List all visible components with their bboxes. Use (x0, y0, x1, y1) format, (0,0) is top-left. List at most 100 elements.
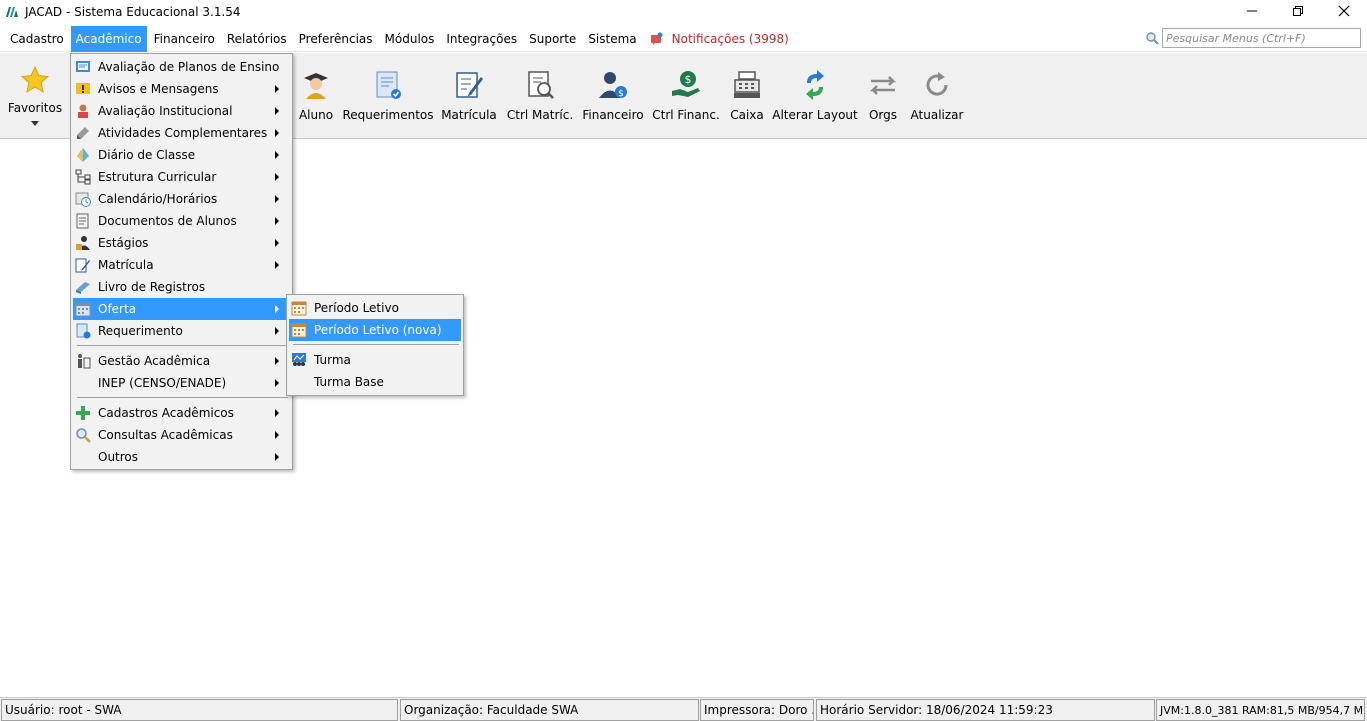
menu-preferencias[interactable]: Preferências (294, 26, 378, 52)
menu-item-requerimento[interactable]: Requerimento (73, 320, 290, 342)
menu-item-avaliacao-institucional[interactable]: Avaliação Institucional (73, 100, 290, 122)
institutional-evaluation-icon (78, 104, 88, 118)
menu-relatorios[interactable]: Relatórios (222, 26, 292, 52)
restore-button[interactable] (1275, 0, 1321, 22)
toolbar-ctrl-matric-button[interactable]: Ctrl Matríc. (507, 53, 573, 139)
menu-item-documentos-alunos[interactable]: Documentos de Alunos (73, 210, 290, 232)
menu-item-matricula[interactable]: Matrícula (73, 254, 290, 276)
chevron-right-icon (275, 261, 279, 269)
finance-user-icon: $ (599, 72, 627, 99)
toolbar-requerimentos-button[interactable]: Requerimentos (342, 53, 434, 139)
warning-message-icon (76, 83, 90, 94)
favorites-button[interactable]: Favoritos (0, 53, 70, 139)
submenu-item-periodo-letivo[interactable]: Período Letivo (289, 297, 461, 319)
minimize-icon (1247, 10, 1257, 12)
menu-item-label: Diário de Classe (98, 148, 196, 162)
menu-cadastro[interactable]: Cadastro (5, 26, 69, 52)
search-icon (1146, 32, 1159, 45)
menu-item-label: Gestão Acadêmica (98, 354, 211, 368)
submenu-separator (293, 344, 459, 345)
toolbar-orgs-button[interactable]: Orgs (864, 53, 902, 139)
menu-item-inep[interactable]: INEP (CENSO/ENADE) (73, 372, 290, 394)
request-icon (76, 323, 91, 339)
submenu-item-turma[interactable]: Turma (289, 349, 461, 371)
menu-item-label: Cadastros Acadêmicos (98, 406, 234, 420)
menu-item-gestao-academica[interactable]: Gestão Acadêmica (73, 350, 290, 372)
menu-item-label: Estrutura Curricular (98, 170, 217, 184)
submenu-item-label: Turma (314, 353, 351, 367)
star-icon (20, 65, 50, 93)
enrollment-edit-icon (456, 72, 483, 98)
menu-item-avaliacao-planos[interactable]: Avaliação de Planos de Ensino (73, 56, 290, 78)
toolbar-ctrl-financ-label: Ctrl Financ. (652, 108, 720, 122)
request-form-icon (376, 71, 401, 99)
menu-suporte[interactable]: Suporte (524, 26, 581, 52)
menu-item-label: Matrícula (98, 258, 154, 272)
menu-separator (77, 397, 288, 398)
toolbar-financeiro-label: Financeiro (582, 108, 644, 122)
favorites-label: Favoritos (7, 101, 63, 115)
academic-menu: Avaliação de Planos de Ensino Avisos e M… (70, 53, 293, 470)
chevron-right-icon (275, 453, 279, 461)
menu-item-label: Estágios (98, 236, 149, 250)
status-server-time: Horário Servidor: 18/06/2024 11:59:23 (816, 699, 1155, 721)
submenu-item-periodo-letivo-nova[interactable]: Período Letivo (nova) (289, 319, 461, 341)
toolbar-requerimentos-label: Requerimentos (342, 108, 434, 122)
toolbar-alterar-layout-label: Alterar Layout (772, 108, 858, 122)
notifications-link[interactable]: Notificações (3998) (669, 26, 794, 52)
menu-item-diario-classe[interactable]: Diário de Classe (73, 144, 290, 166)
menu-item-avisos-mensagens[interactable]: Avisos e Mensagens (73, 78, 290, 100)
menu-item-outros[interactable]: Outros (73, 446, 290, 468)
menu-modulos[interactable]: Módulos (380, 26, 440, 52)
menu-item-oferta[interactable]: Oferta (73, 298, 290, 320)
school-period-icon (291, 301, 307, 316)
menu-item-consultas-academicas[interactable]: Consultas Acadêmicas (73, 424, 290, 446)
toolbar-aluno-label: Aluno (298, 108, 334, 122)
menu-item-label: Avaliação de Planos de Ensino (98, 60, 280, 74)
chevron-right-icon (275, 409, 279, 417)
menu-item-calendario-horarios[interactable]: Calendário/Horários (73, 188, 290, 210)
cash-register-icon (734, 71, 760, 98)
toolbar-alterar-layout-button[interactable]: Alterar Layout (772, 53, 858, 139)
svg-text:$: $ (618, 89, 624, 99)
menu-item-livro-registros[interactable]: Livro de Registros (73, 276, 290, 298)
status-user: Usuário: root - SWA (1, 699, 398, 721)
menu-sistema[interactable]: Sistema (583, 26, 641, 52)
menu-integracoes[interactable]: Integrações (441, 26, 522, 52)
menu-item-label: Calendário/Horários (98, 192, 218, 206)
submenu-item-turma-base[interactable]: Turma Base (289, 371, 461, 393)
register-book-icon (76, 282, 90, 294)
menu-item-atividades-complementares[interactable]: Atividades Complementares (73, 122, 290, 144)
menu-item-label: Livro de Registros (98, 280, 206, 294)
menu-item-label: INEP (CENSO/ENADE) (98, 376, 227, 390)
minimize-button[interactable] (1229, 0, 1275, 22)
money-hand-icon: $ (672, 71, 700, 97)
offer-calendar-icon (75, 302, 91, 317)
magnifier-icon (76, 428, 91, 443)
menu-academico[interactable]: Acadêmico (70, 25, 147, 52)
restore-icon (1293, 6, 1303, 16)
menu-item-label: Atividades Complementares (98, 126, 268, 140)
menu-item-estagios[interactable]: Estágios (73, 232, 290, 254)
toolbar-ctrl-financ-button[interactable]: $ Ctrl Financ. (652, 53, 720, 139)
menu-item-cadastros-academicos[interactable]: Cadastros Acadêmicos (73, 402, 290, 424)
chevron-right-icon (275, 327, 279, 335)
activities-icon (77, 127, 89, 139)
toolbar-matricula-label: Matrícula (441, 108, 497, 122)
toolbar-caixa-button[interactable]: Caixa (728, 53, 766, 139)
arrows-exchange-icon (869, 76, 897, 95)
menu-item-label: Avaliação Institucional (98, 104, 233, 118)
toolbar-atualizar-button[interactable]: Atualizar (911, 53, 963, 139)
toolbar-aluno-button[interactable]: Aluno (296, 53, 336, 139)
refresh-icon (926, 72, 948, 96)
chevron-right-icon (275, 305, 279, 313)
menu-item-estrutura-curricular[interactable]: Estrutura Curricular (73, 166, 290, 188)
notification-icon (650, 32, 663, 45)
toolbar-financeiro-button[interactable]: $ Financeiro (582, 53, 644, 139)
status-printer[interactable]: Impressora: Doro ... (700, 699, 814, 721)
close-button[interactable] (1321, 0, 1367, 22)
school-period-new-icon (291, 323, 307, 338)
search-menus-input[interactable] (1162, 28, 1361, 48)
menu-financeiro[interactable]: Financeiro (149, 26, 220, 52)
toolbar-matricula-button[interactable]: Matrícula (441, 53, 497, 139)
